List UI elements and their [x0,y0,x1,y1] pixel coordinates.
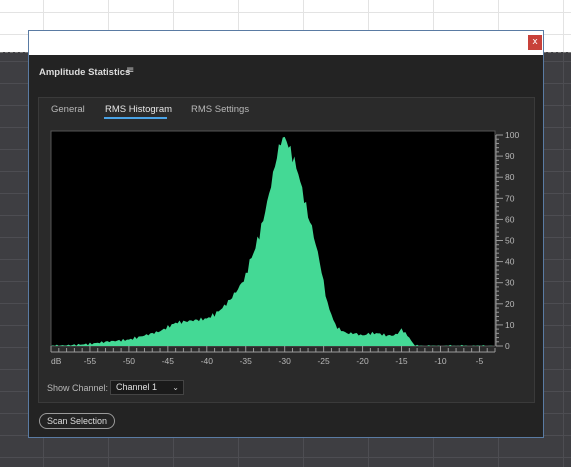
chevron-down-icon: ⌄ [172,383,179,392]
panel-menu-icon[interactable]: ≡ [126,65,134,76]
x-tick-label: -5 [476,356,484,366]
x-tick-label: -45 [162,356,175,366]
y-tick-label: 40 [505,257,515,267]
channel-select[interactable]: Channel 1 ⌄ [110,380,184,395]
y-tick-label: 90 [505,151,515,161]
tab-rms-histogram[interactable]: RMS Histogram [105,104,172,115]
y-tick-label: 60 [505,214,515,224]
x-tick-label: -55 [84,356,97,366]
x-axis-label: dB [51,356,62,366]
y-tick-label: 0 [505,341,510,351]
x-tick-label: -20 [356,356,369,366]
y-tick-label: 70 [505,193,515,203]
x-tick-label: -15 [395,356,408,366]
x-tick-label: -40 [201,356,214,366]
show-channel-label: Show Channel: [47,383,109,393]
y-tick-label: 30 [505,278,515,288]
tab-rms-settings[interactable]: RMS Settings [191,104,249,115]
dialog-titlebar[interactable]: x [29,31,543,55]
x-tick-label: -30 [279,356,292,366]
y-tick-label: 20 [505,299,515,309]
panel-title: Amplitude Statistics [39,67,131,78]
y-tick-label: 80 [505,172,515,182]
x-tick-label: -25 [317,356,330,366]
y-tick-label: 100 [505,130,519,140]
x-tick-label: -10 [434,356,447,366]
tab-general[interactable]: General [51,104,85,115]
rms-histogram-chart: 0 10 20 30 40 50 60 70 80 90 100 -55 -50 -45 -40 -35 -30… [50,130,519,366]
amplitude-statistics-dialog: x Amplitude Statistics ≡ General RMS His… [28,30,544,438]
x-tick-label: -35 [240,356,253,366]
channel-select-value: Channel 1 [116,382,158,392]
y-tick-label: 10 [505,320,515,330]
scan-selection-button[interactable]: Scan Selection [39,413,115,429]
x-tick-label: -50 [123,356,136,366]
close-button[interactable]: x [528,35,542,50]
active-tab-indicator [104,117,167,119]
y-tick-label: 50 [505,236,515,246]
